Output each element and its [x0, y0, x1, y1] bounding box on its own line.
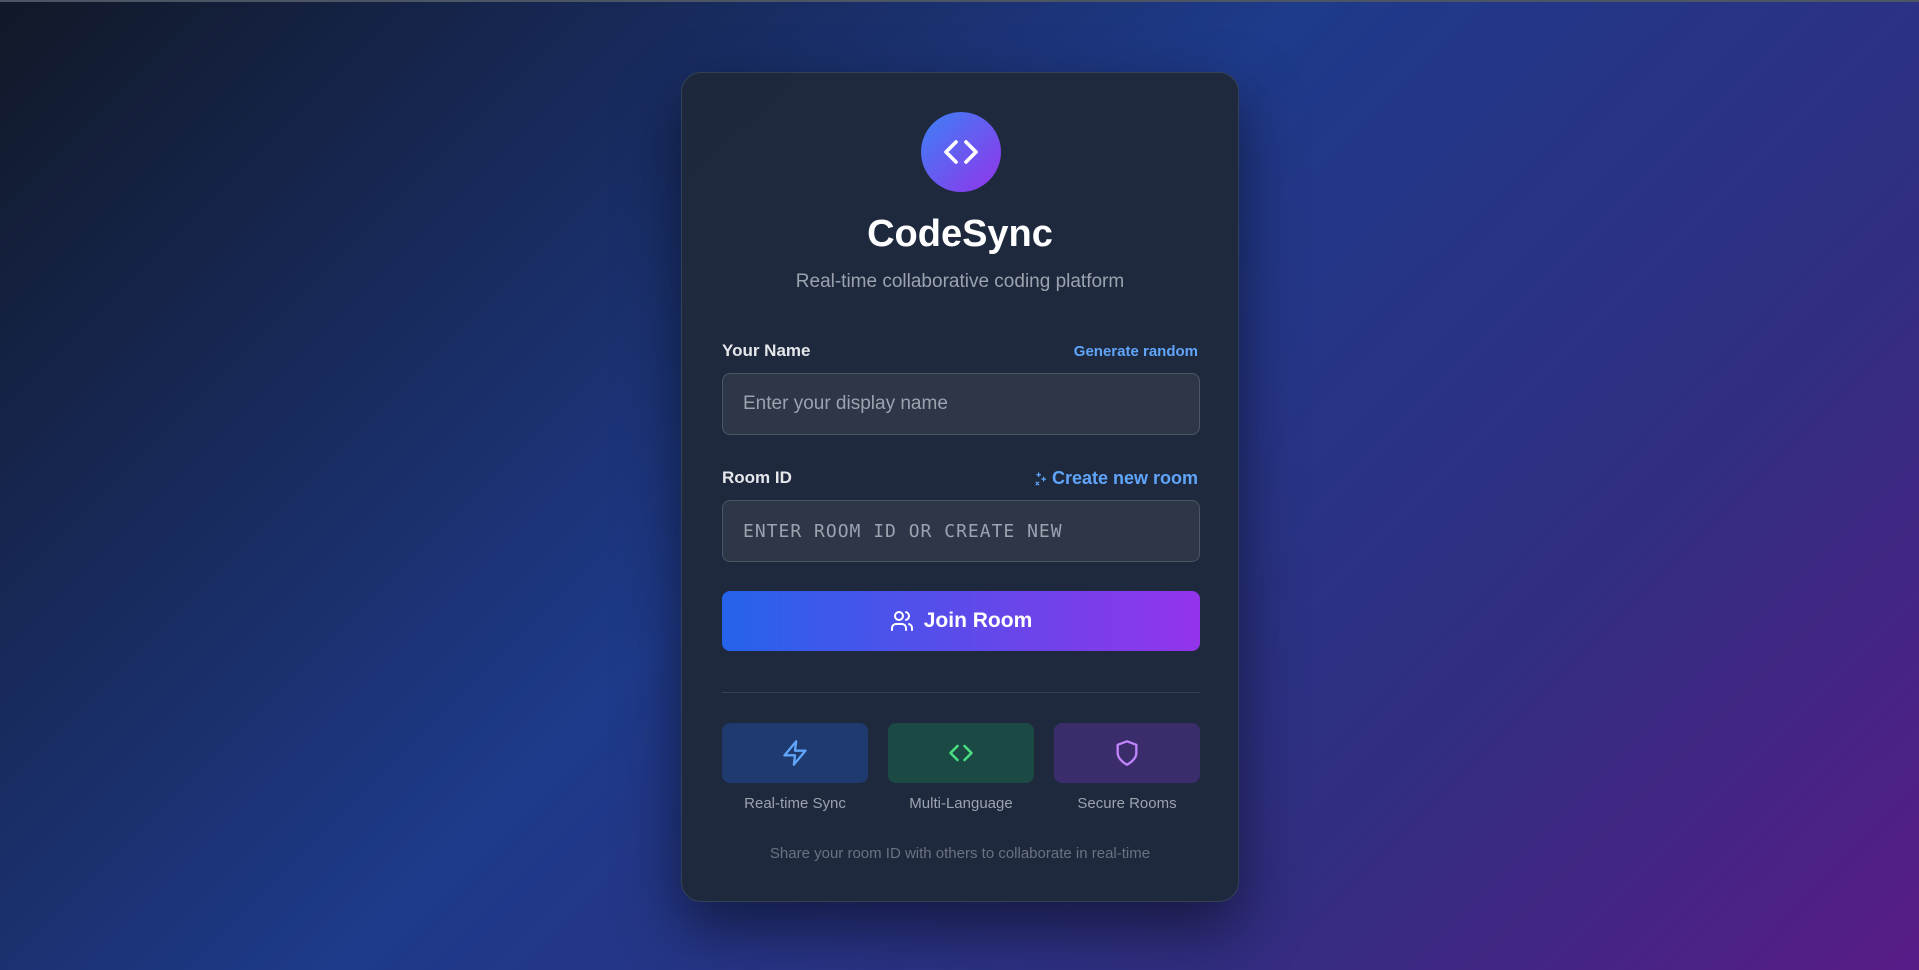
feature-label: Real-time Sync: [744, 795, 846, 812]
sparkles-icon: [1035, 472, 1047, 486]
window-top-border: [0, 0, 1919, 2]
code-icon: [949, 744, 973, 762]
app-subtitle: Real-time collaborative coding platform: [795, 271, 1125, 292]
app-logo: [921, 112, 1001, 192]
join-room-button[interactable]: Join Room: [722, 591, 1200, 651]
room-id-label: Room ID: [722, 468, 792, 487]
join-card: CodeSync Real-time collaborative coding …: [681, 72, 1239, 902]
feature-icon-box: [888, 723, 1034, 783]
generate-random-link[interactable]: Generate random: [1074, 343, 1198, 360]
feature-label: Multi-Language: [909, 795, 1013, 812]
join-room-label: Join Room: [923, 609, 1033, 632]
name-label: Your Name: [722, 341, 811, 360]
app-title: CodeSync: [867, 213, 1053, 255]
code-icon: [944, 140, 978, 164]
generate-random-label: Generate random: [1073, 343, 1198, 360]
divider: [722, 692, 1200, 693]
feature-secure-rooms: Secure Rooms: [1054, 723, 1200, 812]
feature-label: Secure Rooms: [1077, 795, 1177, 812]
users-icon: [890, 611, 913, 631]
lightning-icon: [783, 740, 807, 766]
create-new-room-link[interactable]: Create new room: [1033, 468, 1198, 489]
feature-icon-box: [722, 723, 868, 783]
feature-icon-box: [1054, 723, 1200, 783]
footer-hint: Share your room ID with others to collab…: [769, 845, 1151, 862]
shield-icon: [1116, 740, 1138, 766]
name-input[interactable]: [722, 373, 1200, 435]
room-id-input[interactable]: [722, 500, 1200, 562]
feature-realtime-sync: Real-time Sync: [722, 723, 868, 812]
feature-multi-language: Multi-Language: [888, 723, 1034, 812]
create-new-room-label: Create new room: [1051, 468, 1198, 488]
